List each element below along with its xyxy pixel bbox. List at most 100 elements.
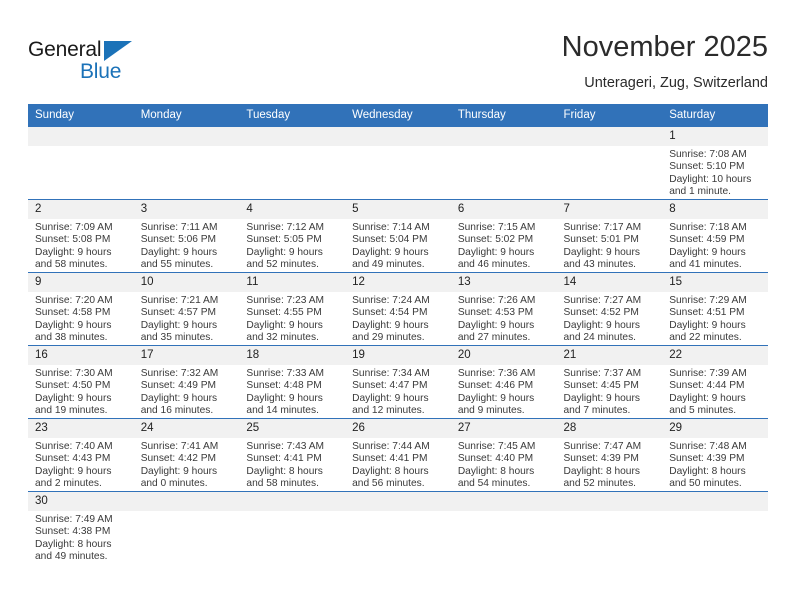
calendar-day-cell: 19 Sunrise: 7:34 AM Sunset: 4:47 PM Dayligh…	[345, 345, 451, 419]
sunrise-text: Sunrise: 7:34 AM	[352, 368, 430, 379]
sunset-text: Sunset: 5:10 PM	[669, 161, 745, 173]
day-cell-4[interactable]: 4 Sunrise: 7:12 AM Sunset: 5:05 PM Daylight…	[239, 200, 346, 272]
calendar-day-cell: 2 Sunrise: 7:09 AM Sunset: 5:08 PM Daylight…	[28, 199, 134, 273]
weekday-header-sunday: Sunday	[28, 104, 134, 127]
day-cell-26[interactable]: 26 Sunrise: 7:44 AM Sunset: 4:41 PM Dayligh…	[345, 419, 451, 491]
sunrise-text: Sunrise: 7:20 AM	[35, 295, 113, 306]
daylight-text: Daylight: 9 hours and 22 minutes.	[669, 319, 746, 343]
day-cell-24[interactable]: 24 Sunrise: 7:41 AM Sunset: 4:42 PM Dayligh…	[133, 419, 240, 491]
sunrise-text: Sunrise: 7:08 AM	[669, 149, 747, 160]
day-cell-6[interactable]: 6 Sunrise: 7:15 AM Sunset: 5:02 PM Daylight…	[450, 200, 557, 272]
sunrise-text: Sunrise: 7:36 AM	[457, 368, 536, 379]
daylight-text: Daylight: 9 hours and 29 minutes.	[352, 319, 429, 343]
day-number	[556, 127, 663, 146]
daylight-text: Daylight: 9 hours and 14 minutes.	[246, 392, 323, 416]
day-cell-13[interactable]: 13 Sunrise: 7:26 AM Sunset: 4:53 PM Dayligh…	[450, 273, 557, 345]
day-cell-18[interactable]: 18 Sunrise: 7:33 AM Sunset: 4:48 PM Dayligh…	[239, 346, 346, 418]
sunrise-text: Sunrise: 7:45 AM	[457, 441, 536, 452]
calendar-day-cell-empty	[133, 126, 240, 200]
day-cell-29[interactable]: 29 Sunrise: 7:48 AM Sunset: 4:39 PM Dayligh…	[662, 419, 768, 491]
sunrise-text: Sunrise: 7:48 AM	[669, 441, 747, 452]
day-number: 26	[345, 419, 451, 438]
title-block: November 2025 Unterageri, Zug, Switzerla…	[562, 30, 768, 93]
day-cell-8[interactable]: 8 Sunrise: 7:18 AM Sunset: 4:59 PM Daylight…	[662, 200, 768, 272]
day-number: 27	[450, 419, 557, 438]
calendar-day-cell-empty	[345, 126, 451, 200]
day-sun-info: Sunrise: 7:09 AM Sunset: 5:08 PM Daylight:…	[28, 219, 134, 271]
page-subtitle: Unterageri, Zug, Switzerland	[584, 75, 768, 91]
daylight-text: Daylight: 9 hours and 5 minutes.	[669, 392, 746, 416]
sunrise-text: Sunrise: 7:27 AM	[563, 295, 642, 306]
day-number: 15	[662, 273, 768, 292]
day-sun-info: Sunrise: 7:18 AM Sunset: 4:59 PM Daylight:…	[662, 219, 768, 271]
daylight-text: Daylight: 8 hours and 56 minutes.	[352, 465, 429, 489]
empty-day-cell	[133, 127, 240, 199]
sunset-text: Sunset: 4:51 PM	[669, 307, 745, 319]
empty-day-cell	[28, 127, 134, 199]
sunrise-sunset-calendar: Sunday Monday Tuesday Wednesday Thursday…	[28, 104, 768, 564]
calendar-day-cell-empty	[345, 491, 451, 564]
daylight-text: Daylight: 8 hours and 54 minutes.	[457, 465, 535, 489]
day-number: 24	[133, 419, 240, 438]
day-cell-9[interactable]: 9 Sunrise: 7:20 AM Sunset: 4:58 PM Daylight…	[28, 273, 134, 345]
empty-day-cell	[345, 492, 451, 564]
page-title: November 2025	[561, 31, 768, 63]
day-sun-info: Sunrise: 7:17 AM Sunset: 5:01 PM Daylight:…	[557, 219, 663, 271]
day-cell-19[interactable]: 19 Sunrise: 7:34 AM Sunset: 4:47 PM Dayligh…	[345, 346, 451, 418]
day-cell-16[interactable]: 16 Sunrise: 7:30 AM Sunset: 4:50 PM Dayligh…	[28, 346, 134, 418]
sunset-text: Sunset: 5:05 PM	[246, 234, 322, 246]
calendar-day-cell: 27 Sunrise: 7:45 AM Sunset: 4:40 PM Dayligh…	[450, 418, 557, 492]
calendar-day-cell-empty	[28, 126, 134, 200]
calendar-day-cell: 22 Sunrise: 7:39 AM Sunset: 4:44 PM Dayligh…	[662, 345, 768, 419]
empty-day-cell	[450, 492, 557, 564]
day-cell-25[interactable]: 25 Sunrise: 7:43 AM Sunset: 4:41 PM Dayligh…	[239, 419, 346, 491]
day-cell-10[interactable]: 10 Sunrise: 7:21 AM Sunset: 4:57 PM Dayligh…	[133, 273, 240, 345]
weekday-header-friday: Friday	[556, 104, 663, 127]
day-cell-21[interactable]: 21 Sunrise: 7:37 AM Sunset: 4:45 PM Dayligh…	[556, 346, 663, 418]
day-number: 19	[345, 346, 451, 365]
day-cell-28[interactable]: 28 Sunrise: 7:47 AM Sunset: 4:39 PM Dayligh…	[556, 419, 663, 491]
empty-day-cell	[345, 127, 451, 199]
sunset-text: Sunset: 4:45 PM	[563, 380, 639, 392]
day-cell-2[interactable]: 2 Sunrise: 7:09 AM Sunset: 5:08 PM Daylight…	[28, 200, 134, 272]
day-cell-14[interactable]: 14 Sunrise: 7:27 AM Sunset: 4:52 PM Dayligh…	[556, 273, 663, 345]
day-cell-27[interactable]: 27 Sunrise: 7:45 AM Sunset: 4:40 PM Dayligh…	[450, 419, 557, 491]
sunset-text: Sunset: 4:53 PM	[457, 307, 534, 319]
day-cell-20[interactable]: 20 Sunrise: 7:36 AM Sunset: 4:46 PM Dayligh…	[450, 346, 557, 418]
sunrise-text: Sunrise: 7:49 AM	[35, 514, 113, 525]
sunrise-text: Sunrise: 7:37 AM	[563, 368, 642, 379]
calendar-day-cell: 6 Sunrise: 7:15 AM Sunset: 5:02 PM Daylight…	[450, 199, 557, 273]
sunset-text: Sunset: 4:38 PM	[35, 526, 111, 538]
daylight-text: Daylight: 9 hours and 52 minutes.	[246, 246, 323, 270]
calendar-day-cell: 25 Sunrise: 7:43 AM Sunset: 4:41 PM Dayligh…	[239, 418, 346, 492]
day-cell-11[interactable]: 11 Sunrise: 7:23 AM Sunset: 4:55 PM Dayligh…	[239, 273, 346, 345]
day-cell-15[interactable]: 15 Sunrise: 7:29 AM Sunset: 4:51 PM Dayligh…	[662, 273, 768, 345]
daylight-text: Daylight: 9 hours and 46 minutes.	[457, 246, 535, 270]
day-number	[345, 492, 451, 511]
day-number: 4	[239, 200, 346, 219]
calendar-week-row: 1 Sunrise: 7:08 AM Sunset: 5:10 PM Daylight…	[28, 126, 768, 200]
day-number: 25	[239, 419, 346, 438]
day-number: 5	[345, 200, 451, 219]
day-number: 8	[662, 200, 768, 219]
logo-text-general: General	[28, 38, 102, 61]
general-blue-logo: General Blue	[28, 38, 158, 90]
day-cell-30[interactable]: 30 Sunrise: 7:49 AM Sunset: 4:38 PM Dayligh…	[28, 492, 134, 564]
day-number	[133, 492, 240, 511]
day-cell-22[interactable]: 22 Sunrise: 7:39 AM Sunset: 4:44 PM Dayligh…	[662, 346, 768, 418]
sunset-text: Sunset: 4:59 PM	[669, 234, 745, 246]
daylight-text: Daylight: 9 hours and 35 minutes.	[140, 319, 218, 343]
calendar-day-cell: 14 Sunrise: 7:27 AM Sunset: 4:52 PM Dayligh…	[556, 272, 663, 346]
sunset-text: Sunset: 5:04 PM	[352, 234, 428, 246]
day-cell-7[interactable]: 7 Sunrise: 7:17 AM Sunset: 5:01 PM Daylight…	[556, 200, 663, 272]
day-number: 17	[133, 346, 240, 365]
day-cell-23[interactable]: 23 Sunrise: 7:40 AM Sunset: 4:43 PM Dayligh…	[28, 419, 134, 491]
day-cell-1[interactable]: 1 Sunrise: 7:08 AM Sunset: 5:10 PM Daylight…	[662, 127, 768, 199]
sunset-text: Sunset: 4:54 PM	[352, 307, 428, 319]
day-cell-5[interactable]: 5 Sunrise: 7:14 AM Sunset: 5:04 PM Daylight…	[345, 200, 451, 272]
calendar-week-row: 9 Sunrise: 7:20 AM Sunset: 4:58 PM Daylight…	[28, 272, 768, 346]
day-cell-3[interactable]: 3 Sunrise: 7:11 AM Sunset: 5:06 PM Daylight…	[133, 200, 240, 272]
sunset-text: Sunset: 4:47 PM	[352, 380, 428, 392]
day-cell-12[interactable]: 12 Sunrise: 7:24 AM Sunset: 4:54 PM Dayligh…	[345, 273, 451, 345]
day-cell-17[interactable]: 17 Sunrise: 7:32 AM Sunset: 4:49 PM Dayligh…	[133, 346, 240, 418]
